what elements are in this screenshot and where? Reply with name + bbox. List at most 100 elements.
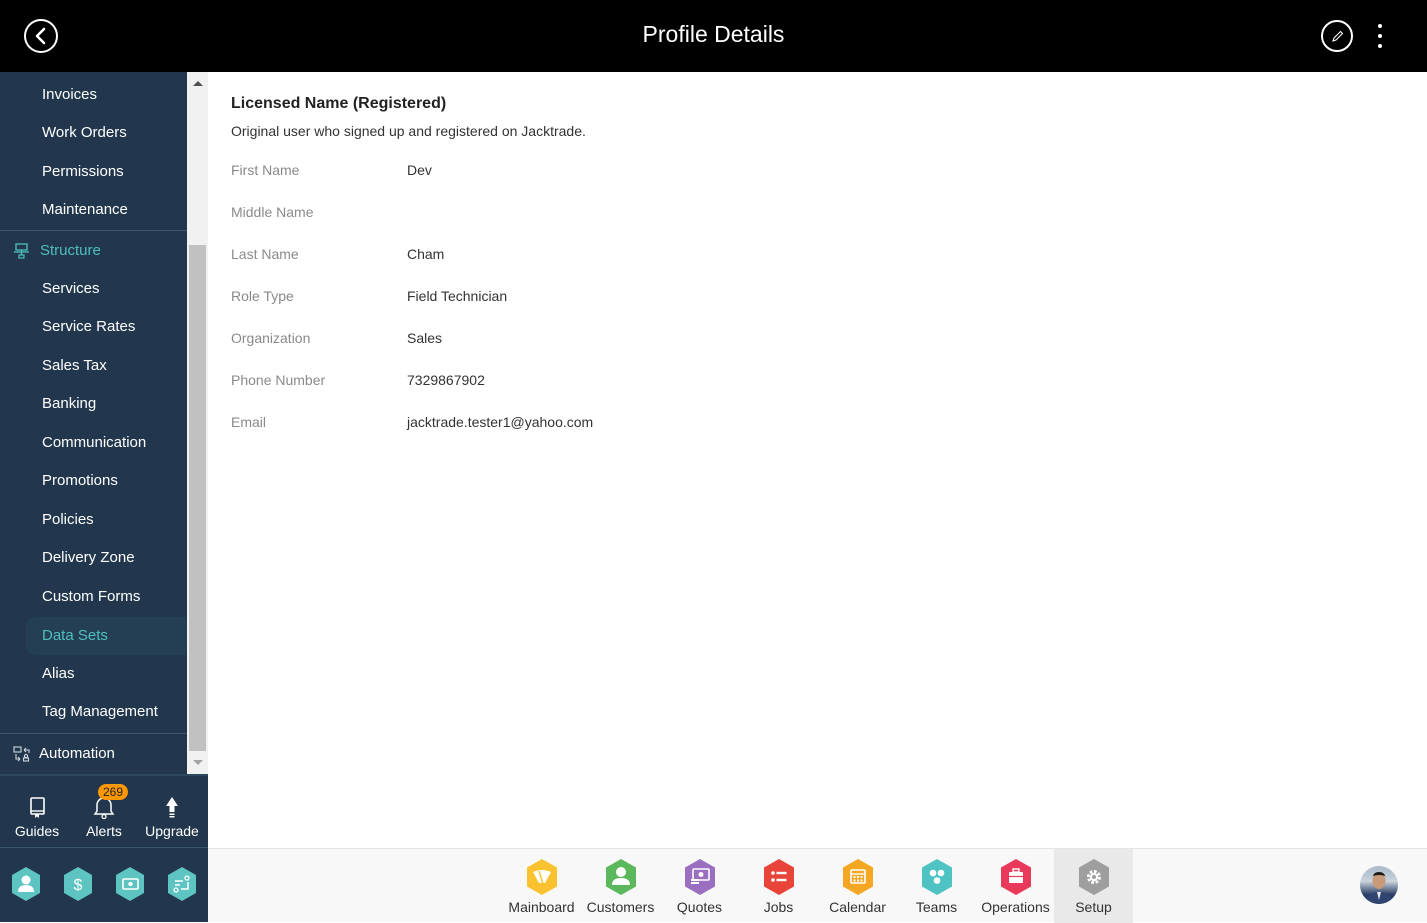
sidebar-item-label: Data Sets [42, 627, 108, 644]
field-value: jacktrade.tester1@yahoo.com [407, 414, 594, 430]
sidebar-section-label: Structure [40, 242, 101, 259]
field-phone-number: Phone Number 7329867902 [231, 372, 931, 392]
field-role-type: Role Type Field Technician [231, 288, 931, 308]
guides-label: Guides [14, 823, 60, 839]
sidebar-item-work-orders[interactable]: Work Orders [0, 114, 187, 152]
app-quotes[interactable]: Quotes [660, 849, 739, 923]
app-mainboard[interactable]: Mainboard [502, 849, 581, 923]
user-avatar[interactable] [1360, 866, 1398, 904]
sidebar-item-label: Invoices [42, 86, 98, 103]
scroll-up-arrow-icon[interactable] [193, 81, 203, 86]
user-icon[interactable] [10, 866, 42, 902]
field-first-name: First Name Dev [231, 162, 931, 182]
sidebar-section-automation[interactable]: Automation [0, 733, 187, 773]
edit-button[interactable] [1321, 20, 1353, 52]
section-title: Licensed Name (Registered) [231, 95, 447, 112]
bottom-app-bar: Mainboard Customers Quotes Jobs Calendar… [208, 848, 1427, 923]
field-value: Field Technician [407, 288, 508, 304]
field-label: Middle Name [231, 204, 314, 220]
field-label: Email [231, 414, 267, 430]
sidebar-item-label: Delivery Zone [42, 549, 135, 566]
sidebar-item-label: Services [42, 280, 100, 297]
field-value: Cham [407, 246, 445, 262]
app-teams[interactable]: Teams [897, 849, 976, 923]
sidebar: Invoices Work Orders Permissions Mainten… [0, 72, 208, 922]
field-value: 7329867902 [407, 372, 485, 388]
section-description: Original user who signed up and register… [231, 123, 586, 139]
sidebar-item-permissions[interactable]: Permissions [0, 153, 187, 191]
arrow-up-icon [166, 797, 178, 818]
field-last-name: Last Name Cham [231, 246, 931, 266]
field-value: Dev [407, 162, 432, 178]
sidebar-item-delivery-zone[interactable]: Delivery Zone [0, 539, 187, 577]
app-jobs[interactable]: Jobs [739, 849, 818, 923]
upgrade-label: Upgrade [145, 823, 199, 839]
sidebar-item-communication[interactable]: Communication [0, 424, 187, 462]
kebab-dot [1378, 34, 1382, 38]
app-customers[interactable]: Customers [581, 849, 660, 923]
sidebar-item-data-sets[interactable]: Data Sets [26, 617, 187, 655]
avatar-photo-icon [1365, 872, 1393, 904]
sidebar-item-banking[interactable]: Banking [0, 385, 187, 423]
workflow-icon[interactable] [166, 866, 198, 902]
sidebar-item-label: Service Rates [42, 318, 136, 335]
book-icon [30, 797, 45, 818]
kebab-dot [1378, 24, 1382, 28]
automation-icon [13, 746, 30, 762]
sidebar-item-promotions[interactable]: Promotions [0, 462, 187, 500]
money-icon[interactable] [114, 866, 146, 902]
upgrade-button[interactable]: Upgrade [137, 776, 207, 850]
app-label: Setup [1075, 899, 1112, 915]
mainboard-icon [526, 859, 557, 895]
sidebar-item-label: Work Orders [42, 124, 127, 141]
sidebar-item-invoices[interactable]: Invoices [0, 76, 187, 114]
sidebar-item-maintenance[interactable]: Maintenance [0, 191, 187, 229]
field-label: Last Name [231, 246, 299, 262]
guides-button[interactable]: Guides [2, 776, 72, 850]
shortcut-buttons: $ [0, 848, 208, 922]
alerts-label: Alerts [86, 823, 122, 839]
sidebar-item-label: Maintenance [42, 201, 128, 218]
field-middle-name: Middle Name [231, 204, 931, 224]
sidebar-item-label: Policies [42, 511, 94, 528]
teams-icon [921, 859, 952, 895]
sidebar-item-services[interactable]: Services [0, 270, 187, 308]
field-organization: Organization Sales [231, 330, 931, 350]
sidebar-item-service-rates[interactable]: Service Rates [0, 308, 187, 346]
sidebar-item-label: Communication [42, 434, 147, 451]
sidebar-item-alias[interactable]: Alias [0, 655, 187, 693]
sidebar-item-sales-tax[interactable]: Sales Tax [0, 347, 187, 385]
sidebar-item-policies[interactable]: Policies [0, 501, 187, 539]
field-label: Organization [231, 330, 311, 346]
dollar-icon[interactable]: $ [62, 866, 94, 902]
field-label: Role Type [231, 288, 294, 304]
sidebar-section-structure[interactable]: Structure [0, 230, 187, 270]
quick-actions: Guides Alerts 269 Upgrade [0, 774, 208, 848]
sidebar-item-label: Permissions [42, 163, 124, 180]
quotes-icon [684, 859, 715, 895]
field-email: Email jacktrade.tester1@yahoo.com [231, 414, 931, 434]
scrollbar-thumb[interactable] [189, 245, 206, 751]
app-calendar[interactable]: Calendar [818, 849, 897, 923]
sidebar-item-label: Banking [42, 395, 97, 412]
sidebar-scrollbar[interactable] [187, 72, 208, 774]
sidebar-item-label: Sales Tax [42, 357, 107, 374]
profile-details-panel: Licensed Name (Registered) Original user… [208, 72, 1427, 848]
structure-icon [14, 243, 29, 259]
app-setup[interactable]: Setup [1054, 849, 1133, 923]
scroll-down-arrow-icon[interactable] [193, 760, 203, 765]
operations-icon [1000, 859, 1031, 895]
top-bar: Profile Details [0, 0, 1427, 72]
sidebar-item-label: Alias [42, 665, 75, 682]
sidebar-item-custom-forms[interactable]: Custom Forms [0, 578, 187, 616]
pencil-icon [1332, 30, 1344, 42]
sidebar-item-tag-management[interactable]: Tag Management [0, 693, 187, 731]
gear-icon [1078, 859, 1109, 895]
field-value: Sales [407, 330, 443, 346]
more-options-button[interactable] [1372, 22, 1388, 50]
page-title: Profile Details [642, 21, 785, 47]
sidebar-section-label: Automation [39, 745, 115, 762]
field-label: Phone Number [231, 372, 326, 388]
customer-icon [605, 859, 636, 895]
sidebar-item-label: Promotions [42, 472, 118, 489]
